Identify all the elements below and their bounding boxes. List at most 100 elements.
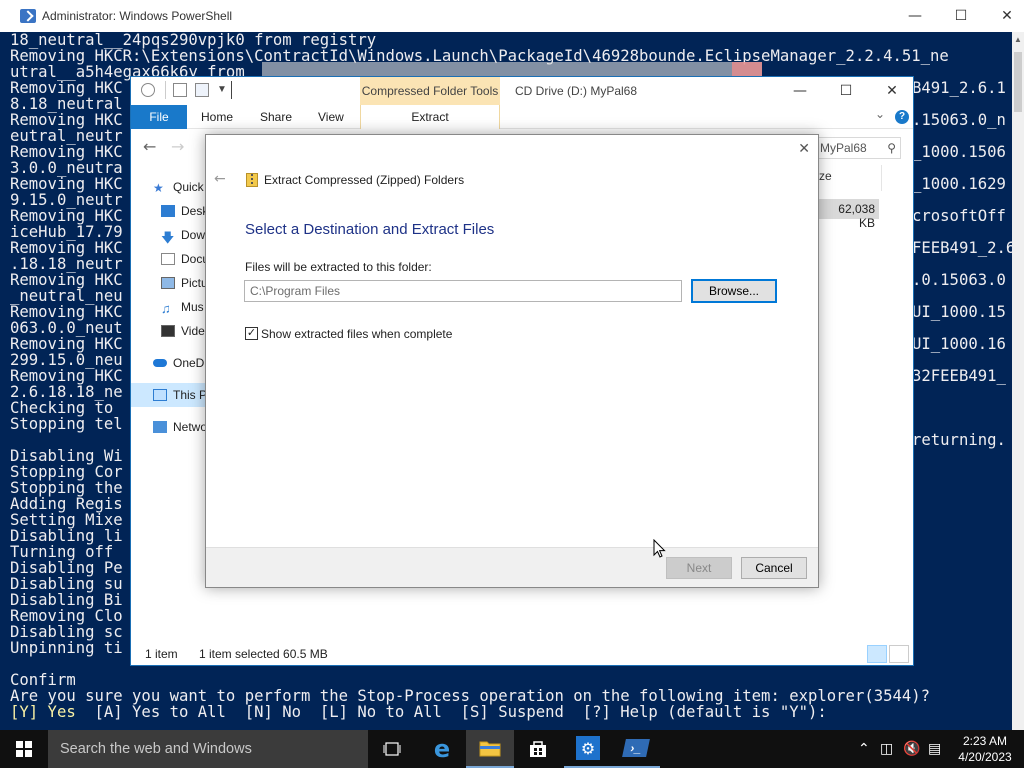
file-size-cell[interactable]: 62,038 KB [819, 199, 879, 230]
powershell-icon [20, 9, 36, 23]
mouse-cursor-icon [653, 539, 666, 558]
console-line-fragment: .0.15063.0 [912, 271, 1006, 289]
navigation-pane: ★ Quick Desk 🡇 Dow Docu Pictu ♫ Mus Vide On… [131, 165, 209, 635]
search-text: MyPal68 [820, 141, 867, 155]
dialog-close-icon[interactable]: ✕ [798, 141, 810, 157]
browse-button[interactable]: Browse... [691, 279, 777, 303]
large-icons-view-icon[interactable] [889, 645, 909, 663]
taskbar-search-box[interactable]: Search the web and Windows [48, 730, 368, 768]
powershell-taskbar-icon[interactable]: ›_ [612, 730, 660, 768]
computer-icon [153, 389, 167, 401]
console-line-fragment: returning. [912, 431, 1006, 449]
start-button[interactable] [0, 730, 48, 768]
nav-item-onedrive[interactable]: OneD [153, 351, 204, 375]
windows-logo-icon [16, 741, 32, 757]
dialog-heading: Select a Destination and Extract Files [245, 221, 495, 238]
properties-icon[interactable] [173, 83, 187, 97]
nav-item-this-pc[interactable]: This P [131, 383, 207, 407]
nav-item-network[interactable]: Netwo [153, 415, 207, 439]
edge-browser-icon[interactable]: e [418, 730, 466, 768]
star-icon: ★ [153, 181, 164, 195]
task-view-icon[interactable] [368, 730, 416, 768]
dialog-title: Extract Compressed (Zipped) Folders [264, 173, 465, 187]
scroll-thumb[interactable] [1014, 52, 1022, 112]
powershell-titlebar[interactable]: Administrator: Windows PowerShell — ☐ ✕ [0, 0, 1024, 32]
console-line: Confirm [10, 671, 76, 689]
forward-icon[interactable]: → [171, 137, 184, 156]
file-explorer-icon[interactable] [466, 730, 514, 768]
explorer-titlebar[interactable]: ▼ Compressed Folder Tools CD Drive (D:) … [131, 77, 913, 105]
search-box[interactable]: MyPal68 ⚲ [815, 137, 901, 159]
nav-label: This P [172, 388, 207, 402]
settings-gear-icon[interactable]: ⚙ [564, 730, 612, 768]
system-clock[interactable]: 2:23 AM 4/20/2023 [954, 733, 1016, 765]
console-line-fragment: _1000.1629 [912, 175, 1006, 193]
customize-toolbar-chevron-icon[interactable]: ▼ [217, 84, 227, 95]
nav-item-pictures[interactable]: Pictu [161, 271, 208, 295]
drive-icon [141, 83, 155, 97]
nav-item-documents[interactable]: Docu [161, 247, 209, 271]
console-line-fragment: 32FEEB491_ [912, 367, 1006, 385]
nav-item-videos[interactable]: Vide [161, 319, 205, 343]
console-line-fragment: crosoftOff [912, 207, 1006, 225]
status-item-count: 1 item [145, 647, 178, 661]
column-divider[interactable] [881, 165, 882, 191]
console-line-fragment: _1000.1506 [912, 143, 1006, 161]
nav-label: Mus [181, 300, 204, 314]
nav-item-desktop[interactable]: Desk [161, 199, 208, 223]
tab-file[interactable]: File [131, 105, 187, 129]
console-line: 18_neutral__24pqs290vpjk0 from registry [10, 32, 377, 49]
destination-path-input[interactable]: C:\Program Files [244, 280, 682, 302]
column-header-size[interactable]: ze [819, 169, 832, 183]
ribbon-expand-chevron-icon[interactable]: ⌄ [875, 107, 885, 121]
details-view-icon[interactable] [867, 645, 887, 663]
show-files-checkbox[interactable]: ✓ [245, 327, 258, 340]
prompt-default-option: [Y] Yes [10, 703, 76, 721]
scroll-up-icon[interactable]: ▲ [1012, 32, 1024, 48]
console-line-fragment: UI_1000.16 [912, 335, 1006, 353]
console-line-fragment: FEEB491_2.6 [912, 239, 1016, 257]
tab-share[interactable]: Share [260, 105, 292, 129]
tab-view[interactable]: View [318, 105, 344, 129]
nav-item-music[interactable]: ♫ Mus [161, 295, 204, 319]
maximize-button[interactable]: ☐ [938, 0, 984, 32]
show-files-label[interactable]: Show extracted files when complete [261, 327, 452, 341]
tab-home[interactable]: Home [201, 105, 233, 129]
nav-label: Quick [173, 180, 204, 194]
explorer-minimize-button[interactable]: — [777, 77, 823, 105]
powershell-title: Administrator: Windows PowerShell [42, 9, 233, 23]
search-icon: ⚲ [887, 141, 896, 155]
dialog-back-icon[interactable]: ← [214, 171, 226, 187]
status-selection: 1 item selected 60.5 MB [199, 647, 328, 661]
explorer-maximize-button[interactable]: ☐ [823, 77, 869, 105]
destination-label: Files will be extracted to this folder: [245, 260, 432, 274]
zip-folder-icon [246, 173, 258, 187]
clock-date: 4/20/2023 [958, 750, 1012, 764]
close-button[interactable]: ✕ [984, 0, 1024, 32]
pictures-icon [161, 277, 175, 289]
volume-muted-icon[interactable]: 🔇 [903, 741, 920, 757]
nav-label: Netwo [173, 420, 208, 434]
cancel-button[interactable]: Cancel [741, 557, 807, 579]
nav-item-downloads[interactable]: 🡇 Dow [161, 223, 205, 247]
prompt-options: [A] Yes to All [N] No [L] No to All [S] … [75, 703, 827, 721]
explorer-close-button[interactable]: ✕ [869, 77, 915, 105]
action-center-icon[interactable]: ▤ [928, 741, 941, 757]
network-tray-icon[interactable]: ◫ [880, 741, 893, 757]
new-folder-icon[interactable] [195, 83, 209, 97]
minimize-button[interactable]: — [892, 0, 938, 32]
console-scrollbar[interactable]: ▲ [1012, 32, 1024, 730]
console-line-fragment: .15063.0_n [912, 111, 1006, 129]
video-icon [161, 325, 175, 337]
show-hidden-icons-chevron-icon[interactable]: ⌃ [858, 741, 870, 757]
contextual-tab-header: Compressed Folder Tools [360, 77, 500, 105]
store-icon[interactable] [514, 730, 562, 768]
nav-item-quick-access[interactable]: ★ Quick [153, 175, 204, 199]
status-bar: 1 item 1 item selected 60.5 MB [131, 643, 913, 665]
console-line: Are you sure you want to perform the Sto… [10, 687, 931, 705]
nav-label: Pictu [181, 276, 208, 290]
tab-extract[interactable]: Extract [360, 105, 500, 129]
help-icon[interactable]: ? [895, 110, 909, 124]
back-icon[interactable]: ← [143, 137, 156, 156]
next-button[interactable]: Next [666, 557, 732, 579]
